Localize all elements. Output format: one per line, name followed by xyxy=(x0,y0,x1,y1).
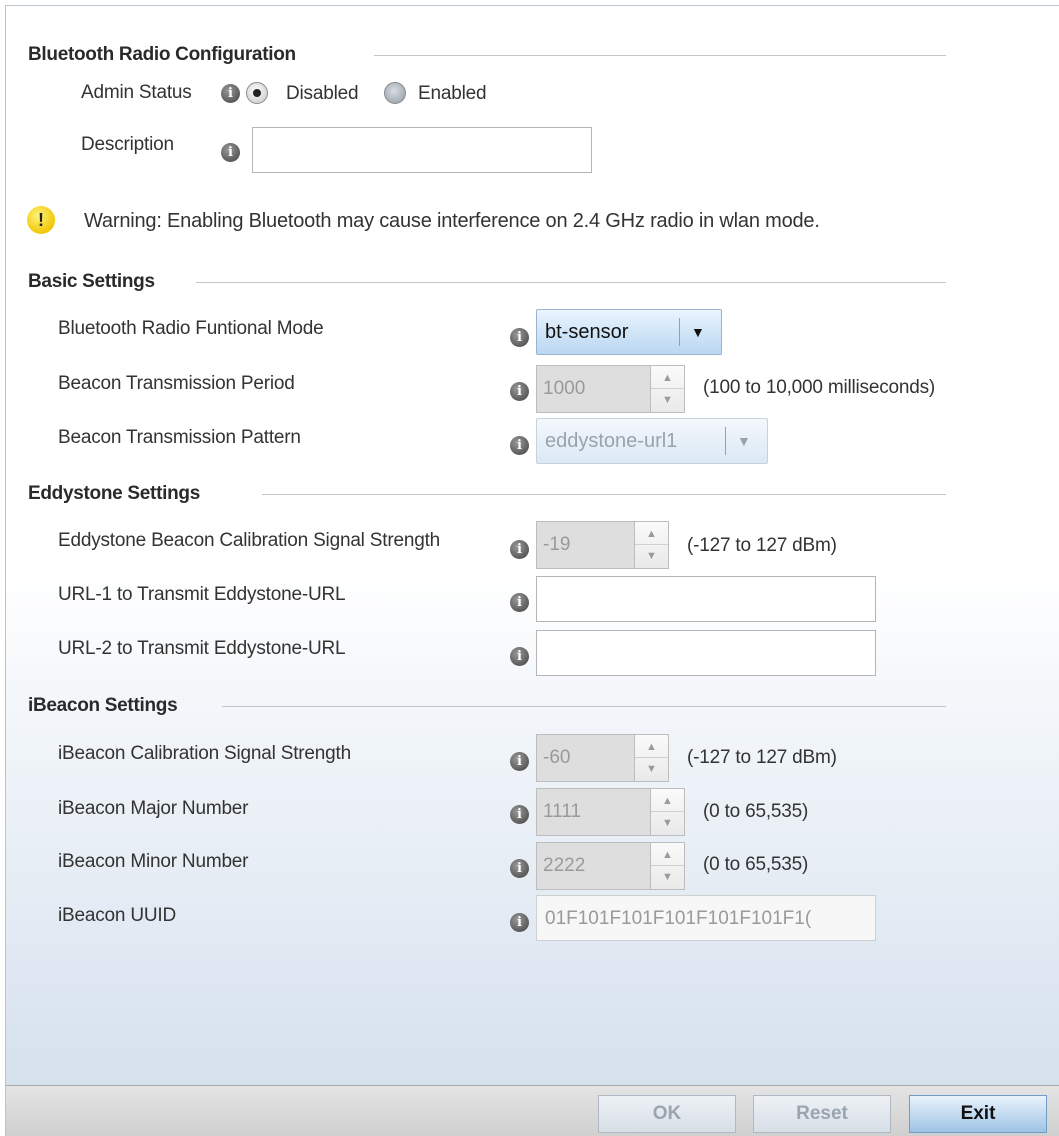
info-icon[interactable]: i xyxy=(221,84,240,103)
info-icon[interactable]: i xyxy=(510,328,529,347)
admin-status-label: Admin Status xyxy=(81,82,192,103)
admin-status-enabled-label: Enabled xyxy=(418,83,487,104)
ibeacon-calibration-label: iBeacon Calibration Signal Strength xyxy=(58,743,351,764)
section-divider xyxy=(374,55,946,56)
tx-pattern-select[interactable]: eddystone-url1 ▼ xyxy=(536,418,768,464)
stepper-up-icon[interactable]: ▲ xyxy=(635,735,668,758)
dialog-footer: OK Reset Exit xyxy=(6,1085,1059,1136)
ibeacon-calibration-stepper[interactable]: ▲ ▼ xyxy=(635,734,669,782)
reset-button[interactable]: Reset xyxy=(753,1095,891,1133)
ibeacon-uuid-label: iBeacon UUID xyxy=(58,905,176,926)
eddystone-calibration-stepper[interactable]: ▲ ▼ xyxy=(635,521,669,569)
info-icon[interactable]: i xyxy=(221,143,240,162)
info-icon[interactable]: i xyxy=(510,859,529,878)
tx-period-range: (100 to 10,000 milliseconds) xyxy=(703,377,936,398)
info-icon[interactable]: i xyxy=(510,382,529,401)
tx-pattern-value: eddystone-url1 xyxy=(545,430,678,452)
section-title-bluetooth-radio-config: Bluetooth Radio Configuration xyxy=(28,44,296,65)
info-icon[interactable]: i xyxy=(510,593,529,612)
warning-message: Warning: Enabling Bluetooth may cause in… xyxy=(84,210,820,232)
ibeacon-calibration-input[interactable]: -60 xyxy=(536,734,635,782)
stepper-down-icon[interactable]: ▼ xyxy=(651,389,684,412)
description-input[interactable] xyxy=(252,127,592,173)
chevron-down-icon: ▼ xyxy=(737,433,751,449)
exit-button[interactable]: Exit xyxy=(909,1095,1047,1133)
stepper-down-icon[interactable]: ▼ xyxy=(651,866,684,889)
ibeacon-major-label: iBeacon Major Number xyxy=(58,798,249,819)
tx-period-label: Beacon Transmission Period xyxy=(58,373,295,394)
ok-button[interactable]: OK xyxy=(598,1095,736,1133)
url1-input[interactable] xyxy=(536,576,876,622)
functional-mode-value: bt-sensor xyxy=(545,321,629,343)
chevron-down-icon: ▼ xyxy=(691,324,705,340)
url1-label: URL-1 to Transmit Eddystone-URL xyxy=(58,584,346,605)
ibeacon-minor-range: (0 to 65,535) xyxy=(703,854,809,875)
section-title-basic-settings: Basic Settings xyxy=(28,271,155,292)
description-label: Description xyxy=(81,134,174,155)
url2-label: URL-2 to Transmit Eddystone-URL xyxy=(58,638,346,659)
admin-status-enabled-radio[interactable] xyxy=(384,82,406,104)
ibeacon-minor-stepper[interactable]: ▲ ▼ xyxy=(651,842,685,890)
functional-mode-label: Bluetooth Radio Funtional Mode xyxy=(58,318,324,339)
stepper-up-icon[interactable]: ▲ xyxy=(635,522,668,545)
tx-period-input[interactable]: 1000 xyxy=(536,365,651,413)
eddystone-calibration-input[interactable]: -19 xyxy=(536,521,635,569)
info-icon[interactable]: i xyxy=(510,436,529,455)
url2-input[interactable] xyxy=(536,630,876,676)
stepper-down-icon[interactable]: ▼ xyxy=(635,545,668,568)
stepper-up-icon[interactable]: ▲ xyxy=(651,366,684,389)
ibeacon-minor-input[interactable]: 2222 xyxy=(536,842,651,890)
eddystone-calibration-label: Eddystone Beacon Calibration Signal Stre… xyxy=(58,530,441,551)
tx-period-stepper[interactable]: ▲ ▼ xyxy=(651,365,685,413)
section-title-eddystone-settings: Eddystone Settings xyxy=(28,483,200,504)
ibeacon-major-range: (0 to 65,535) xyxy=(703,801,809,822)
stepper-up-icon[interactable]: ▲ xyxy=(651,789,684,812)
admin-status-disabled-radio[interactable] xyxy=(246,82,268,104)
stepper-up-icon[interactable]: ▲ xyxy=(651,843,684,866)
bluetooth-radio-panel: Bluetooth Radio Configuration Admin Stat… xyxy=(5,5,1059,1136)
info-icon[interactable]: i xyxy=(510,913,529,932)
section-divider xyxy=(262,494,946,495)
ibeacon-uuid-input[interactable]: 01F101F101F101F101F101F1( xyxy=(536,895,876,941)
section-divider xyxy=(222,706,946,707)
info-icon[interactable]: i xyxy=(510,540,529,559)
stepper-down-icon[interactable]: ▼ xyxy=(635,758,668,781)
info-icon[interactable]: i xyxy=(510,752,529,771)
tx-pattern-label: Beacon Transmission Pattern xyxy=(58,427,301,448)
ibeacon-calibration-range: (-127 to 127 dBm) xyxy=(687,747,837,768)
section-title-ibeacon-settings: iBeacon Settings xyxy=(28,695,178,716)
info-icon[interactable]: i xyxy=(510,805,529,824)
info-icon[interactable]: i xyxy=(510,647,529,666)
warning-icon: ! xyxy=(27,206,55,234)
stepper-down-icon[interactable]: ▼ xyxy=(651,812,684,835)
ibeacon-major-input[interactable]: 1111 xyxy=(536,788,651,836)
section-divider xyxy=(196,282,946,283)
functional-mode-select[interactable]: bt-sensor ▼ xyxy=(536,309,722,355)
admin-status-disabled-label: Disabled xyxy=(286,83,359,104)
ibeacon-minor-label: iBeacon Minor Number xyxy=(58,851,249,872)
ibeacon-uuid-value: 01F101F101F101F101F101F1( xyxy=(545,908,812,929)
eddystone-calibration-range: (-127 to 127 dBm) xyxy=(687,535,837,556)
ibeacon-major-stepper[interactable]: ▲ ▼ xyxy=(651,788,685,836)
